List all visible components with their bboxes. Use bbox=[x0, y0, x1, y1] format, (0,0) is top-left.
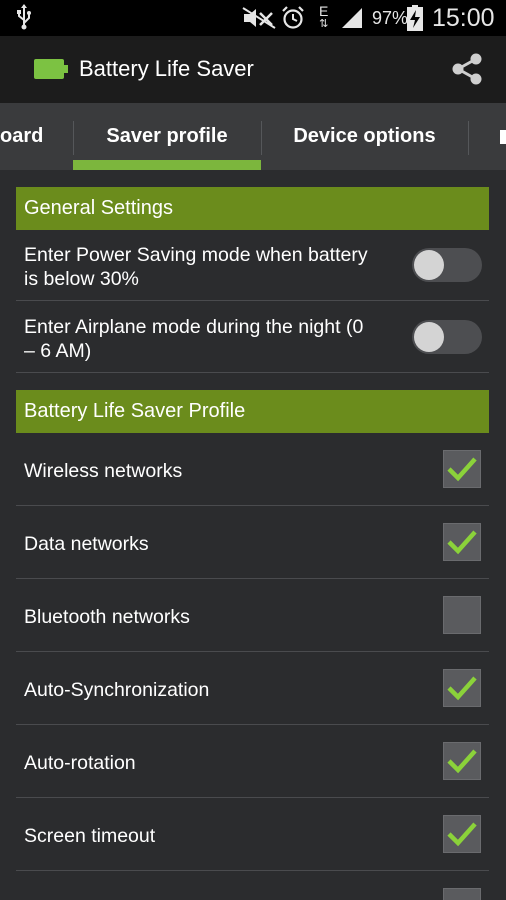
wireless-networks-label: Wireless networks bbox=[24, 460, 183, 482]
next-item-checkbox-partial[interactable] bbox=[443, 888, 481, 900]
mute-icon bbox=[242, 0, 276, 36]
wireless-networks-row[interactable]: Wireless networks bbox=[16, 433, 489, 505]
general-settings-header: General Settings bbox=[16, 187, 489, 230]
auto-rotation-label: Auto-rotation bbox=[24, 752, 136, 774]
share-icon[interactable] bbox=[450, 52, 484, 86]
toggle-knob bbox=[414, 250, 444, 280]
checkmark-icon bbox=[447, 530, 477, 555]
checkmark-icon bbox=[447, 822, 477, 847]
profile-header: Battery Life Saver Profile bbox=[16, 390, 489, 433]
checkmark-icon bbox=[447, 749, 477, 774]
divider bbox=[16, 870, 489, 871]
selected-tab-indicator bbox=[73, 160, 261, 170]
auto-sync-row[interactable]: Auto-Synchronization bbox=[16, 652, 489, 724]
checkmark-icon bbox=[447, 676, 477, 701]
airplane-mode-toggle[interactable] bbox=[412, 320, 482, 354]
screen-timeout-row[interactable]: Screen timeout bbox=[16, 798, 489, 870]
data-networks-checkbox[interactable] bbox=[443, 523, 481, 561]
bluetooth-networks-row[interactable]: Bluetooth networks bbox=[16, 579, 489, 651]
wireless-networks-checkbox[interactable] bbox=[443, 450, 481, 488]
divider bbox=[16, 300, 489, 301]
tab-device-options[interactable]: Device options bbox=[262, 103, 467, 170]
battery-icon[interactable] bbox=[34, 59, 68, 79]
power-saving-label: Enter Power Saving mode when battery is … bbox=[24, 244, 368, 290]
data-networks-row[interactable]: Data networks bbox=[16, 506, 489, 578]
screen-timeout-checkbox[interactable] bbox=[443, 815, 481, 853]
battery-charging-icon bbox=[407, 0, 423, 36]
app-title: Battery Life Saver bbox=[79, 56, 254, 81]
auto-rotation-checkbox[interactable] bbox=[443, 742, 481, 780]
auto-rotation-row[interactable]: Auto-rotation bbox=[16, 725, 489, 797]
tab-dashboard[interactable]: oard bbox=[0, 103, 46, 170]
usb-icon bbox=[17, 4, 31, 30]
checkmark-icon bbox=[447, 457, 477, 482]
divider bbox=[16, 372, 489, 373]
auto-sync-label: Auto-Synchronization bbox=[24, 679, 210, 701]
auto-sync-checkbox[interactable] bbox=[443, 669, 481, 707]
airplane-mode-label: Enter Airplane mode during the night (0 … bbox=[24, 316, 364, 362]
clock: 15:00 bbox=[432, 3, 495, 32]
alarm-icon bbox=[281, 0, 305, 36]
battery-percent: 97% bbox=[372, 7, 409, 28]
tab-next-partial[interactable] bbox=[500, 103, 506, 170]
signal-icon bbox=[340, 0, 364, 36]
tab-divider bbox=[468, 121, 469, 155]
toggle-knob bbox=[414, 322, 444, 352]
screen-timeout-label: Screen timeout bbox=[24, 825, 156, 847]
bluetooth-networks-checkbox[interactable] bbox=[443, 596, 481, 634]
status-bar: E ⇅ 97% 15:00 bbox=[0, 0, 506, 36]
bluetooth-networks-label: Bluetooth networks bbox=[24, 606, 190, 628]
power-saving-toggle[interactable] bbox=[412, 248, 482, 282]
data-networks-label: Data networks bbox=[24, 533, 149, 555]
network-type: E ⇅ bbox=[319, 3, 329, 30]
action-bar: Battery Life Saver bbox=[0, 36, 506, 103]
